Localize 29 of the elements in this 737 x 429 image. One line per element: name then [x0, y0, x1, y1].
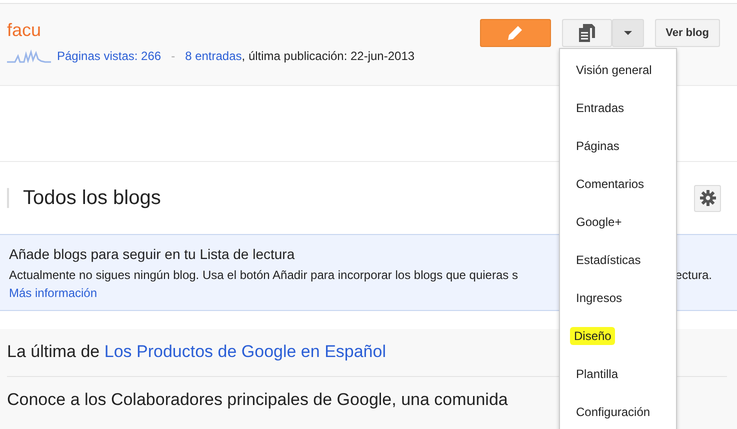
blog-link[interactable]: Los Productos de Google en Español	[104, 342, 386, 361]
menu-item[interactable]: Plantilla	[560, 355, 676, 393]
notice-title: Añade blogs para seguir en tu Lista de lectura	[9, 246, 295, 262]
last-post-text: , última publicación: 22-jun-2013	[242, 49, 415, 63]
menu-item[interactable]: Estadísticas	[560, 241, 676, 279]
menu-item[interactable]: Diseño	[560, 317, 676, 355]
posts-link[interactable]: 8 entradas	[185, 49, 242, 63]
pageviews-link[interactable]: Páginas vistas: 266	[57, 49, 162, 63]
menu-item[interactable]: Google+	[560, 203, 676, 241]
notice-text: Actualmente no sigues ningún blog. Usa el botón Añadir para incorporar los blogs que quieras s	[9, 268, 518, 282]
settings-button[interactable]	[694, 184, 721, 212]
menu-item[interactable]: Configuración	[560, 393, 676, 429]
section-title: Todos los blogs	[23, 186, 162, 210]
more-info-link[interactable]: Más información	[9, 286, 98, 300]
sparkline-icon	[7, 49, 51, 63]
caret-icon	[624, 31, 632, 35]
settings-icon	[700, 190, 716, 206]
new-post-button[interactable]	[480, 19, 551, 47]
menu-item[interactable]: Visión general	[560, 51, 676, 89]
menu-item[interactable]: Comentarios	[560, 165, 676, 203]
menu-item[interactable]: Entradas	[560, 89, 676, 127]
latest-label: La última de	[7, 342, 100, 361]
menu-item[interactable]: Páginas	[560, 127, 676, 165]
pencil-icon	[507, 25, 524, 41]
documents-icon	[578, 24, 595, 42]
view-blog-button[interactable]: Ver blog	[654, 19, 720, 47]
menu-item[interactable]: Ingresos	[560, 279, 676, 317]
separator: -	[171, 49, 176, 63]
posts-button[interactable]	[562, 19, 612, 47]
